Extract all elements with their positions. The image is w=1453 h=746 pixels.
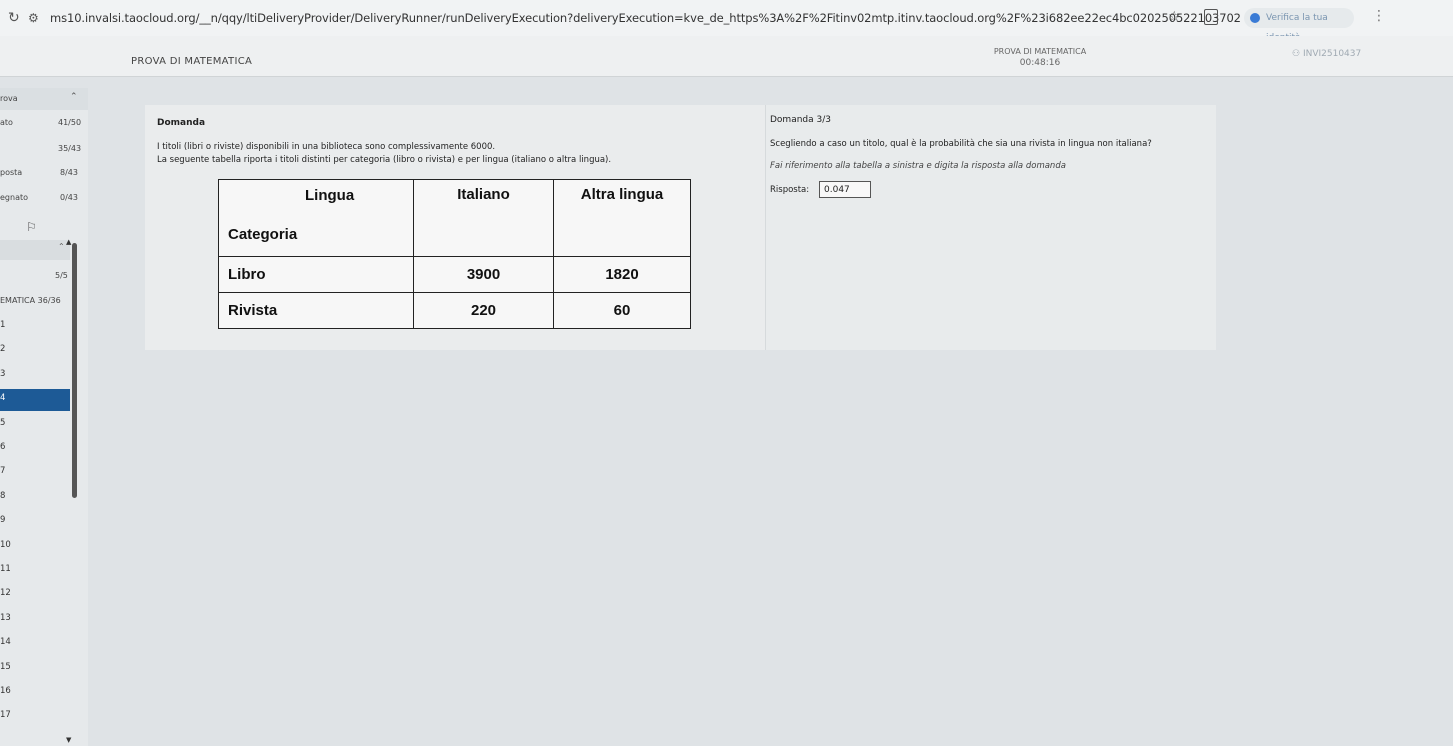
site-info-icon[interactable]: ⚙ (28, 11, 39, 25)
question-nav-item[interactable]: 7 (0, 462, 70, 484)
chevron-up-icon[interactable]: ⌃ (70, 92, 78, 102)
table-cell: 220 (413, 292, 554, 329)
question-nav-item[interactable]: 11 (0, 560, 70, 582)
answer-input[interactable]: 0.047 (819, 181, 871, 198)
table-corner-cell: Lingua Categoria (218, 179, 414, 257)
user-icon: ⚇ (1292, 49, 1301, 59)
row-header: Libro (218, 256, 414, 293)
column-header: Altra lingua (553, 179, 691, 257)
section-header[interactable]: ⌃ (0, 240, 70, 260)
question-nav-item[interactable]: 17 (0, 706, 70, 728)
section-label[interactable]: EMATICA 36/36 (0, 296, 61, 305)
timer: 00:48:16 (1019, 58, 1061, 68)
question-nav-item[interactable]: 1 (0, 316, 70, 338)
domanda-label: Domanda (157, 118, 206, 128)
test-info: PROVA DI MATEMATICA 00:48:16 (960, 47, 1120, 68)
page-title: PROVA DI MATEMATICA (131, 56, 253, 67)
stat-row: posta 8/43 (0, 168, 78, 177)
question-nav-item[interactable]: 16 (0, 682, 70, 704)
question-nav-item[interactable]: 5 (0, 414, 70, 436)
table-cell: 1820 (553, 256, 691, 293)
table-cell: 60 (553, 292, 691, 329)
chevron-up-icon[interactable]: ⌃ (58, 242, 65, 251)
reload-icon[interactable]: ↻ (8, 10, 20, 26)
browser-menu-icon[interactable]: ⋮ (1372, 8, 1386, 24)
question-nav-item[interactable]: 8 (0, 487, 70, 509)
browser-toolbar: ↻ ⚙ ms10.invalsi.taocloud.org/__n/qqy/lt… (0, 0, 1453, 43)
scroll-down-icon[interactable]: ▼ (66, 736, 71, 744)
question-nav-item[interactable]: 12 (0, 584, 70, 606)
question-counter: Domanda 3/3 (770, 115, 831, 125)
question-nav-item[interactable]: 4 (0, 389, 70, 412)
sidebar-scrollbar[interactable] (72, 243, 77, 498)
question-nav-item[interactable]: 9 (0, 511, 70, 533)
answer-label: Risposta: (770, 185, 810, 195)
question-nav-item[interactable]: 3 (0, 365, 70, 387)
verify-identity-button[interactable]: Verifica la tua identità (1244, 8, 1354, 43)
address-bar[interactable]: ms10.invalsi.taocloud.org/__n/qqy/ltiDel… (50, 11, 1302, 25)
question-prompt: Scegliendo a caso un titolo, qual è la p… (770, 139, 1152, 149)
table-cell: 3900 (413, 256, 554, 293)
question-nav-item[interactable]: 10 (0, 536, 70, 558)
intro-text-2: La seguente tabella riporta i titoli dis… (157, 155, 612, 165)
stat-row: egnato 0/43 (0, 193, 78, 202)
stat-row: ato 41/50 (0, 118, 82, 127)
question-hint: Fai riferimento alla tabella a sinistra … (770, 161, 1066, 171)
question-nav-item[interactable]: 14 (0, 633, 70, 655)
test-header: PROVA DI MATEMATICA PROVA DI MATEMATICA … (0, 36, 1453, 77)
question-nav-item[interactable]: 2 (0, 340, 70, 362)
intro-text: I titoli (libri o riviste) disponibili i… (157, 142, 496, 152)
sidebar-section-header[interactable]: rova ⌃ (0, 88, 88, 110)
column-header: Italiano (413, 179, 554, 257)
verify-icon (1250, 13, 1260, 23)
scroll-up-icon[interactable]: ▲ (66, 238, 71, 246)
question-nav-item[interactable]: 15 (0, 658, 70, 680)
sidebar: rova ⌃ ato 41/50 35/43 posta 8/43 egnato… (0, 88, 88, 746)
bookmark-star-icon[interactable]: ☆ (1168, 9, 1181, 25)
user-id: ⚇ INVI2510437 (1292, 49, 1362, 59)
data-table: Lingua Categoria Italiano Altra lingua L… (218, 179, 691, 329)
question-nav-item[interactable]: 13 (0, 609, 70, 631)
extension-icon[interactable] (1204, 9, 1218, 25)
row-header: Rivista (218, 292, 414, 329)
question-nav-item[interactable]: 6 (0, 438, 70, 460)
flag-icon[interactable]: ⚐ (26, 220, 37, 234)
